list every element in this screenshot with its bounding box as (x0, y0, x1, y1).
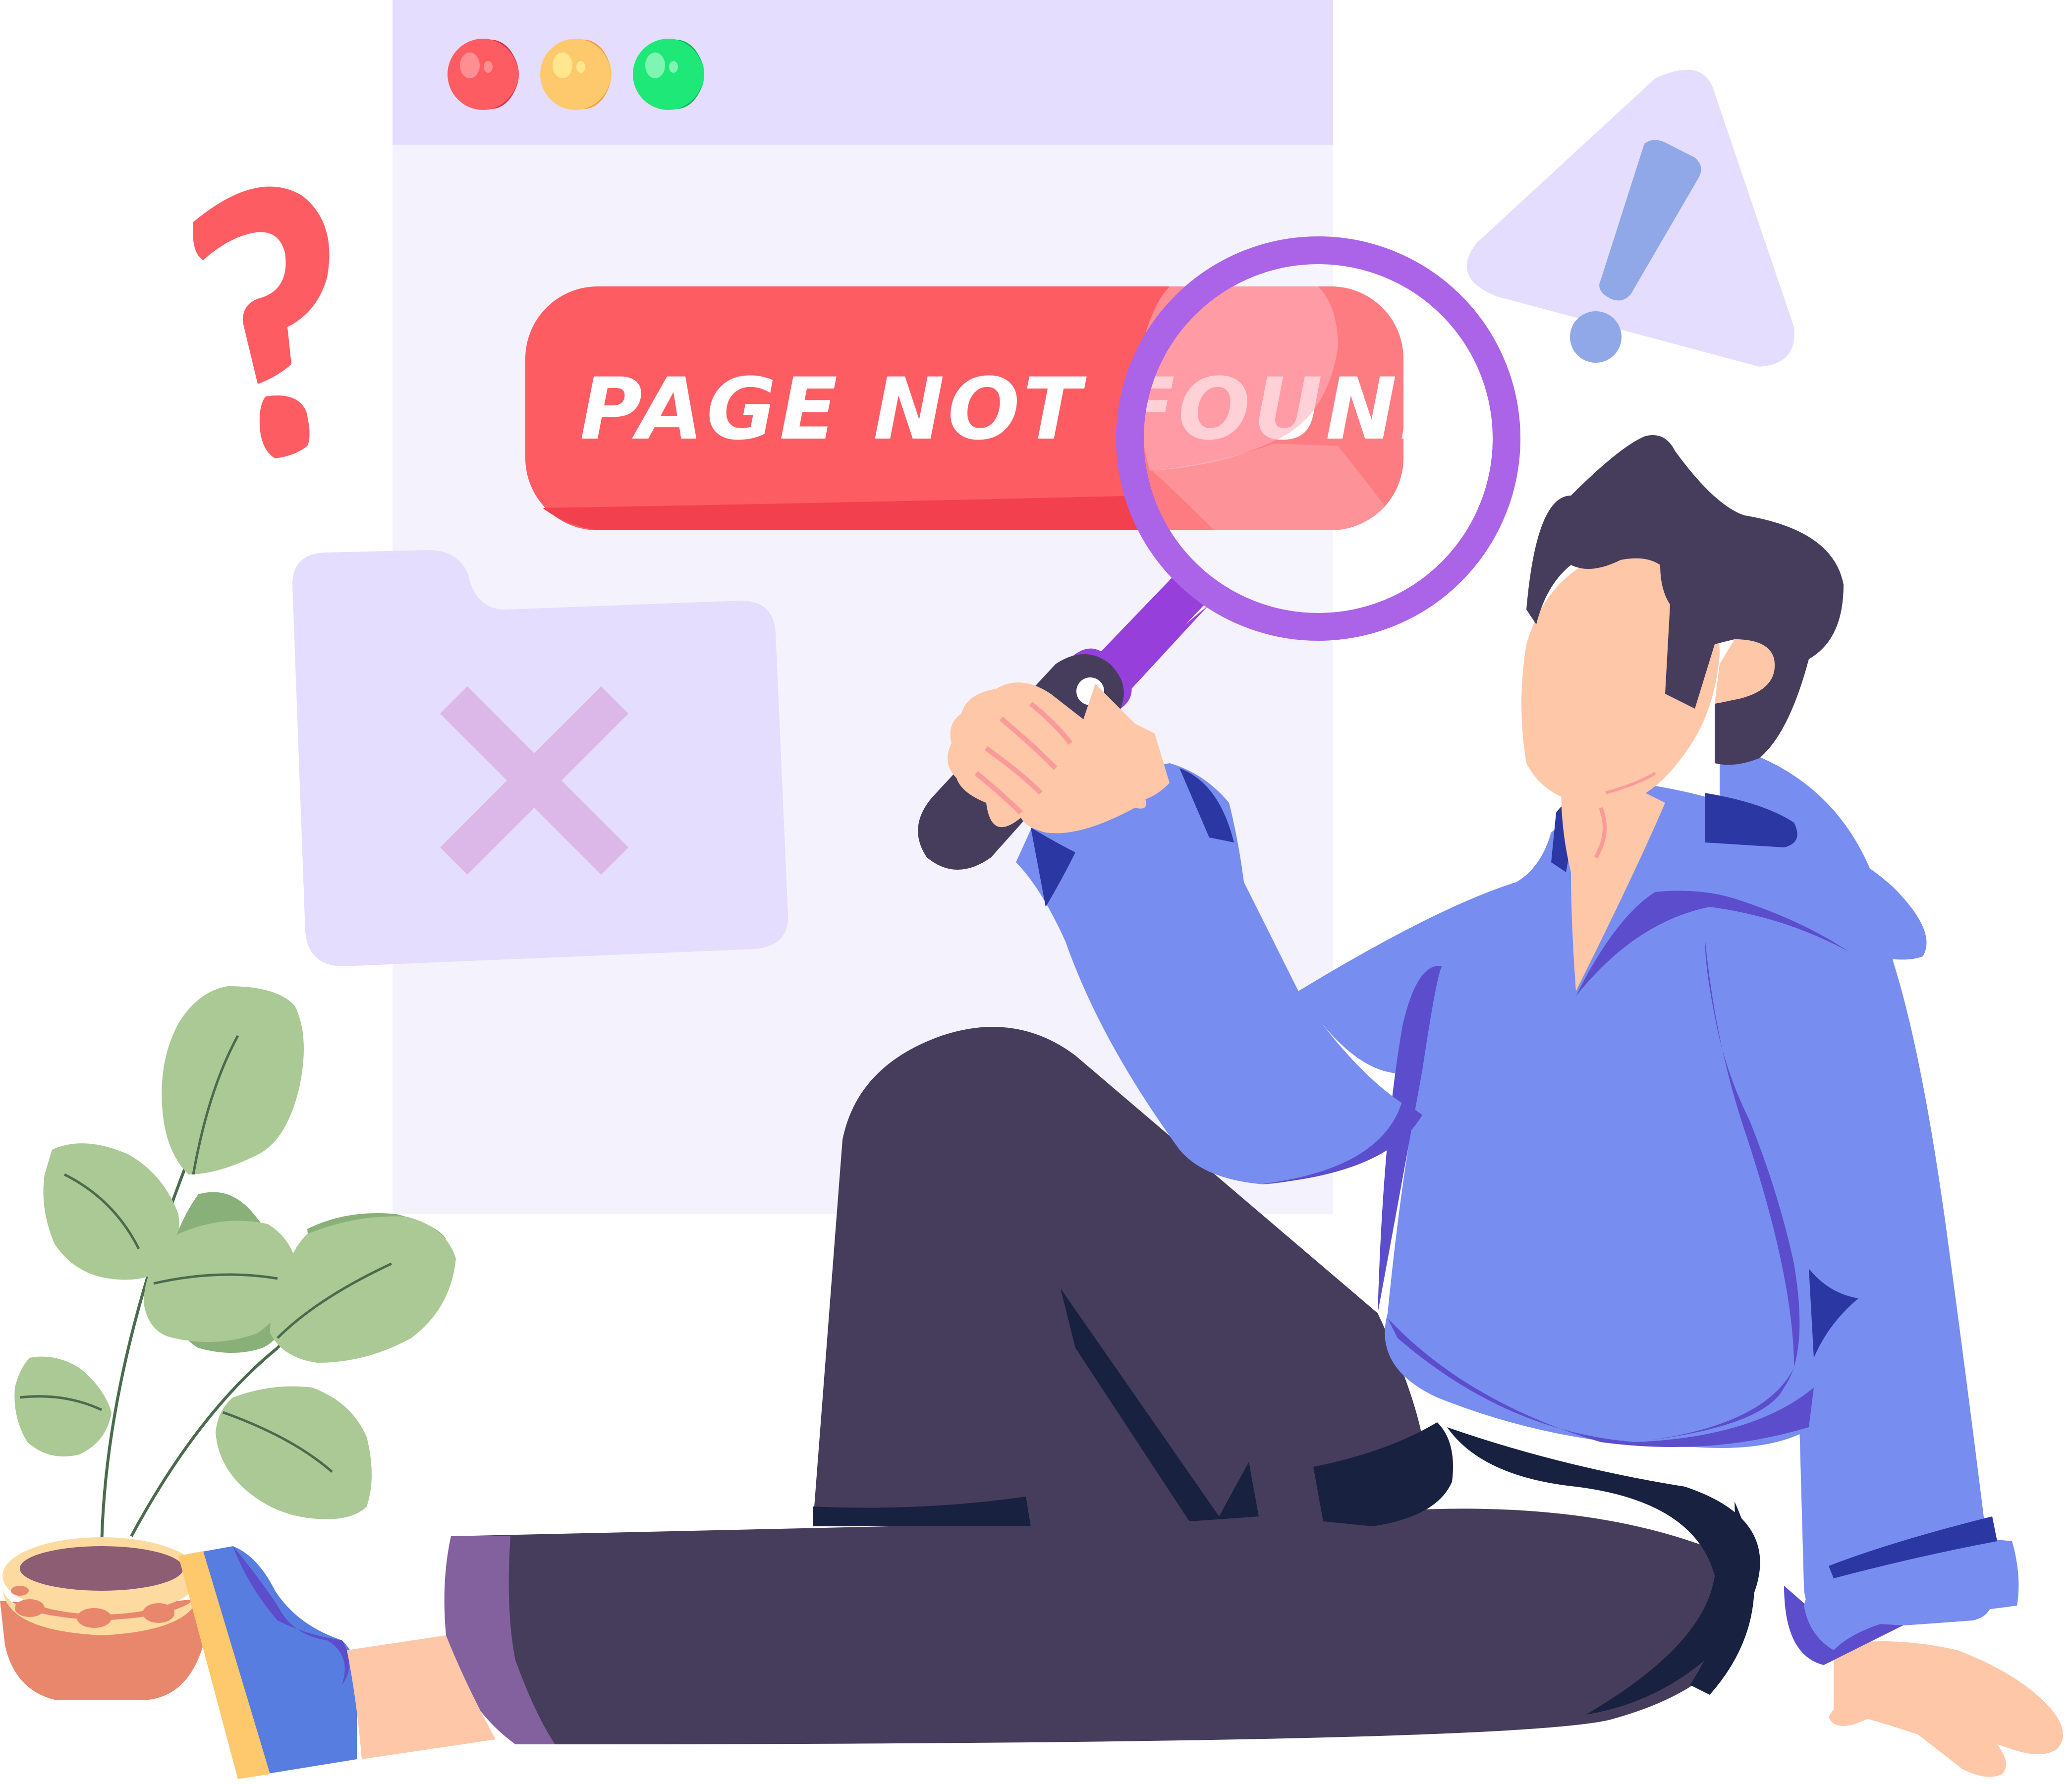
plant-leaf (270, 1216, 456, 1363)
plant-leaf (162, 986, 304, 1174)
page-not-found-illustration: PAGE NOT FOUND (0, 0, 2063, 1779)
person-shoe (178, 1546, 360, 1779)
browser-title-bar (392, 0, 1333, 145)
window-maximize-button[interactable] (633, 39, 704, 110)
warning-triangle-icon (1466, 69, 1794, 367)
pants-lower-leg (445, 1508, 1746, 1744)
folder-error-icon (292, 550, 788, 966)
question-mark-icon (193, 186, 330, 458)
window-minimize-button[interactable] (540, 39, 612, 110)
plant-leaf (216, 1386, 372, 1519)
window-close-button[interactable] (448, 39, 519, 110)
plant-pot (0, 1537, 203, 1700)
warning-dot (1570, 311, 1622, 363)
